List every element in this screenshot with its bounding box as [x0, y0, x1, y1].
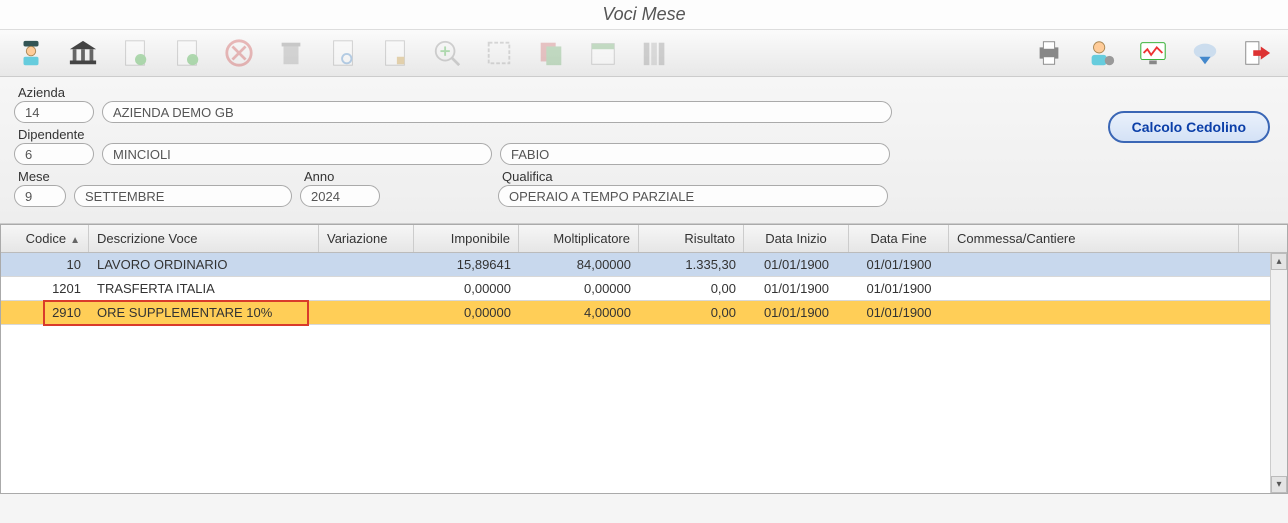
grid-row[interactable]: 2910 ORE SUPPLEMENTARE 10% 0,00000 4,000… [1, 301, 1287, 325]
cell-descr: TRASFERTA ITALIA [89, 281, 319, 296]
dipendente-name-field[interactable]: FABIO [500, 143, 890, 165]
frame-icon[interactable] [482, 36, 516, 70]
cell-di: 01/01/1900 [744, 281, 849, 296]
cell-df: 01/01/1900 [849, 305, 949, 320]
col-variazione[interactable]: Variazione [319, 225, 414, 252]
grid-body: 10 LAVORO ORDINARIO 15,89641 84,00000 1.… [1, 253, 1287, 493]
header-form: Calcolo Cedolino Azienda 14 AZIENDA DEMO… [0, 77, 1288, 224]
qualifica-label: Qualifica [498, 169, 888, 184]
scroll-down-icon[interactable]: ▾ [1271, 476, 1287, 493]
cell-mol: 4,00000 [519, 305, 639, 320]
cell-ris: 0,00 [639, 305, 744, 320]
cell-codice: 2910 [1, 305, 89, 320]
doc-edit-icon[interactable] [170, 36, 204, 70]
azienda-name-field[interactable]: AZIENDA DEMO GB [102, 101, 892, 123]
qualifica-field[interactable]: OPERAIO A TEMPO PARZIALE [498, 185, 888, 207]
cell-descr: LAVORO ORDINARIO [89, 257, 319, 272]
grid-row[interactable]: 10 LAVORO ORDINARIO 15,89641 84,00000 1.… [1, 253, 1287, 277]
scroll-up-icon[interactable]: ▴ [1271, 253, 1287, 270]
grid-row[interactable]: 1201 TRASFERTA ITALIA 0,00000 0,00000 0,… [1, 277, 1287, 301]
calcolo-cedolino-button[interactable]: Calcolo Cedolino [1108, 111, 1270, 143]
col-data-inizio[interactable]: Data Inizio [744, 225, 849, 252]
col-data-fine[interactable]: Data Fine [849, 225, 949, 252]
col-codice[interactable]: Codice▲ [1, 225, 89, 252]
cell-imp: 15,89641 [414, 257, 519, 272]
cell-ris: 1.335,30 [639, 257, 744, 272]
exit-icon[interactable] [1240, 36, 1274, 70]
azienda-label: Azienda [14, 85, 94, 100]
employee-icon[interactable] [14, 36, 48, 70]
mese-name-field[interactable]: SETTEMBRE [74, 185, 292, 207]
dipendente-label: Dipendente [14, 127, 94, 142]
zoom-in-icon[interactable] [430, 36, 464, 70]
cell-di: 01/01/1900 [744, 257, 849, 272]
col-descrizione[interactable]: Descrizione Voce [89, 225, 319, 252]
cell-mol: 84,00000 [519, 257, 639, 272]
col-imponibile[interactable]: Imponibile [414, 225, 519, 252]
vertical-scrollbar[interactable]: ▴ ▾ [1270, 253, 1287, 493]
cell-ris: 0,00 [639, 281, 744, 296]
cell-mol: 0,00000 [519, 281, 639, 296]
monitor-icon[interactable] [1136, 36, 1170, 70]
cell-di: 01/01/1900 [744, 305, 849, 320]
azienda-code-field[interactable]: 14 [14, 101, 94, 123]
cell-df: 01/01/1900 [849, 257, 949, 272]
sort-asc-icon: ▲ [70, 235, 80, 246]
cell-codice: 10 [1, 257, 89, 272]
dipendente-code-field[interactable]: 6 [14, 143, 94, 165]
voci-grid: Codice▲ Descrizione Voce Variazione Impo… [0, 224, 1288, 494]
doc-plus-icon[interactable] [118, 36, 152, 70]
window-title: Voci Mese [0, 0, 1288, 29]
printer-icon[interactable] [1032, 36, 1066, 70]
cloud-down-icon[interactable] [1188, 36, 1222, 70]
cell-descr: ORE SUPPLEMENTARE 10% [89, 305, 319, 320]
cell-codice: 1201 [1, 281, 89, 296]
cell-df: 01/01/1900 [849, 281, 949, 296]
cancel-icon[interactable] [222, 36, 256, 70]
calendar-icon[interactable] [586, 36, 620, 70]
doc-lock-icon[interactable] [378, 36, 412, 70]
bank-icon[interactable] [66, 36, 100, 70]
doc-search-icon[interactable] [326, 36, 360, 70]
mese-label: Mese [14, 169, 66, 184]
mese-code-field[interactable]: 9 [14, 185, 66, 207]
grid-header: Codice▲ Descrizione Voce Variazione Impo… [1, 225, 1287, 253]
col-moltiplicatore[interactable]: Moltiplicatore [519, 225, 639, 252]
books-icon[interactable] [638, 36, 672, 70]
person-cog-icon[interactable] [1084, 36, 1118, 70]
col-commessa[interactable]: Commessa/Cantiere [949, 225, 1239, 252]
col-risultato[interactable]: Risultato [639, 225, 744, 252]
anno-field[interactable]: 2024 [300, 185, 380, 207]
dipendente-surname-field[interactable]: MINCIOLI [102, 143, 492, 165]
trash-icon[interactable] [274, 36, 308, 70]
copy-icon[interactable] [534, 36, 568, 70]
main-toolbar [0, 29, 1288, 77]
cell-imp: 0,00000 [414, 305, 519, 320]
anno-label: Anno [300, 169, 380, 184]
cell-imp: 0,00000 [414, 281, 519, 296]
